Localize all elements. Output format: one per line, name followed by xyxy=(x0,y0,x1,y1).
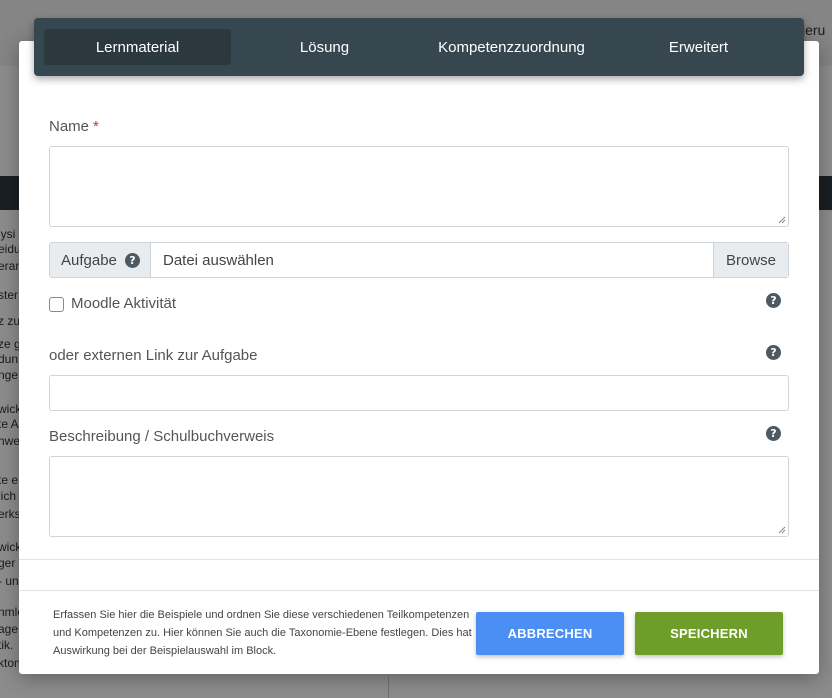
cancel-button[interactable]: ABBRECHEN xyxy=(476,612,624,655)
file-prefix: Aufgabe ? xyxy=(50,243,151,277)
file-prefix-label: Aufgabe xyxy=(61,251,117,269)
resize-handle-icon[interactable] xyxy=(778,526,786,534)
resize-handle-icon[interactable] xyxy=(778,216,786,224)
cancel-label: ABBRECHEN xyxy=(507,626,593,641)
save-label: SPEICHERN xyxy=(670,626,748,641)
file-placeholder: Datei auswählen xyxy=(163,251,274,269)
moodle-activity-checkbox[interactable] xyxy=(49,297,64,312)
tab-lernmaterial[interactable]: Lernmaterial xyxy=(44,29,231,65)
external-link-input[interactable] xyxy=(49,375,789,411)
tab-label: Lösung xyxy=(299,38,350,56)
question-circle-icon[interactable]: ? xyxy=(124,252,140,268)
name-textarea[interactable] xyxy=(49,146,789,227)
question-circle-icon[interactable]: ? xyxy=(766,345,781,360)
description-textarea[interactable] xyxy=(49,456,789,537)
tab-label: Lernmaterial xyxy=(95,38,180,56)
browse-label: Browse xyxy=(725,251,777,269)
moodle-activity-label[interactable]: Moodle Aktivität xyxy=(71,295,176,312)
tab-label: Erweitert xyxy=(668,38,729,56)
tab-label: Kompetenzzuordnung xyxy=(438,38,585,56)
name-label: Name * xyxy=(49,118,99,135)
file-input[interactable]: Datei auswählen xyxy=(151,243,713,277)
question-circle-icon[interactable]: ? xyxy=(766,426,781,441)
file-picker-group: Aufgabe ? Datei auswählen Browse xyxy=(49,242,789,278)
description-label: Beschreibung / Schulbuchverweis xyxy=(49,428,275,445)
tab-kompetenzzuordnung[interactable]: Kompetenzzuordnung xyxy=(418,29,605,65)
save-button[interactable]: SPEICHERN xyxy=(635,612,783,655)
external-link-label: oder externen Link zur Aufgabe xyxy=(49,347,258,364)
browse-button[interactable]: Browse xyxy=(713,243,788,277)
question-circle-icon[interactable]: ? xyxy=(766,293,781,308)
name-label-text: Name xyxy=(49,118,90,135)
modal-tab-bar: Lernmaterial Lösung Kompetenzzuordnung E… xyxy=(34,18,804,76)
tab-erweitert[interactable]: Erweitert xyxy=(605,29,792,65)
required-mark: * xyxy=(93,118,99,135)
tab-loesung[interactable]: Lösung xyxy=(231,29,418,65)
modal-divider xyxy=(19,559,819,560)
footer-divider xyxy=(19,590,819,591)
footer-info-text: Erfassen Sie hier die Beispiele und ordn… xyxy=(53,609,472,657)
